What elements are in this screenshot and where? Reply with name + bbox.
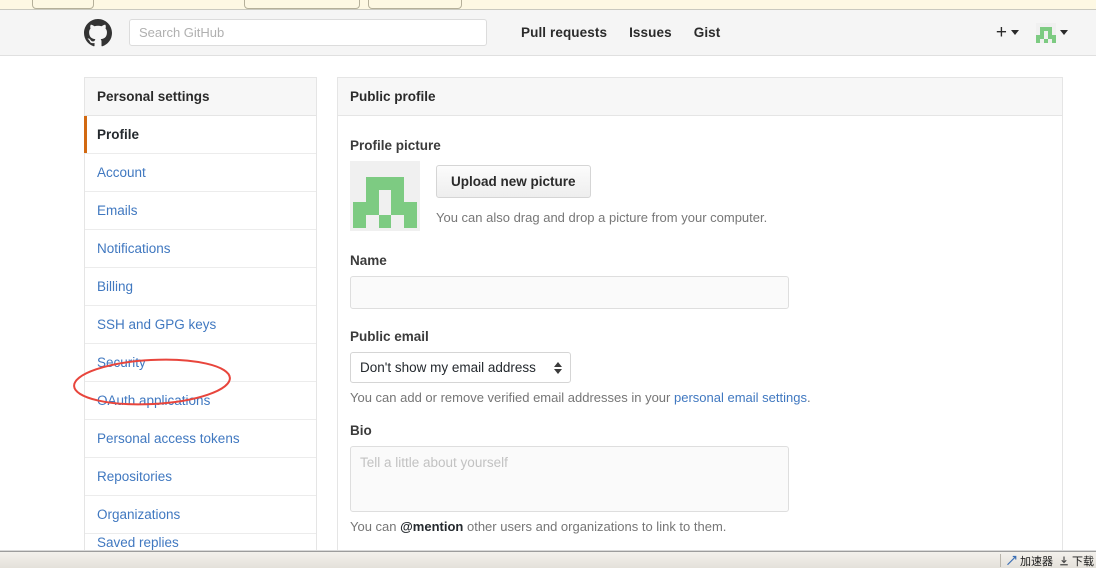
sidebar-item-label: OAuth applications: [97, 393, 210, 408]
sidebar-item-personal-access-tokens[interactable]: Personal access tokens: [85, 420, 316, 458]
select-updown-icon: [554, 362, 562, 374]
sidebar-item-label: SSH and GPG keys: [97, 317, 216, 332]
bio-field[interactable]: [350, 446, 789, 512]
panel-title: Public profile: [338, 78, 1062, 116]
public-email-selected-value: Don't show my email address: [360, 360, 536, 375]
bio-note-suffix: other users and organizations to link to…: [463, 519, 726, 534]
sidebar-item-emails[interactable]: Emails: [85, 192, 316, 230]
bio-note-prefix: You can: [350, 519, 400, 534]
search-input[interactable]: [129, 19, 487, 46]
sidebar-item-notifications[interactable]: Notifications: [85, 230, 316, 268]
sidebar-item-organizations[interactable]: Organizations: [85, 496, 316, 534]
avatar: [353, 164, 417, 228]
public-email-note-prefix: You can add or remove verified email add…: [350, 390, 674, 405]
user-account-menu[interactable]: [1036, 23, 1068, 43]
sidebar-item-account[interactable]: Account: [85, 154, 316, 192]
sidebar-item-repositories[interactable]: Repositories: [85, 458, 316, 496]
upload-new-picture-button[interactable]: Upload new picture: [436, 165, 591, 198]
sidebar-item-label: Organizations: [97, 507, 180, 522]
sidebar-item-label: Repositories: [97, 469, 172, 484]
system-tray: 加速器 下载: [1000, 552, 1096, 569]
sidebar-item-label: Notifications: [97, 241, 171, 256]
sidebar-item-label: Security: [97, 355, 146, 370]
bio-label: Bio: [350, 423, 1050, 438]
avatar: [1036, 23, 1056, 43]
download-icon: [1058, 555, 1070, 567]
upload-column: Upload new picture You can also drag and…: [436, 161, 767, 225]
sidebar-item-label: Account: [97, 165, 146, 180]
sidebar-item-security[interactable]: Security: [85, 344, 316, 382]
name-label: Name: [350, 253, 1050, 268]
browser-toolbar-button-3[interactable]: [368, 0, 462, 9]
tray-label: 下载: [1072, 553, 1094, 569]
sidebar-item-ssh-and-gpg-keys[interactable]: SSH and GPG keys: [85, 306, 316, 344]
nav-gist[interactable]: Gist: [694, 25, 721, 40]
sidebar-item-label: Profile: [97, 127, 139, 142]
sidebar-item-saved-replies[interactable]: Saved replies: [85, 534, 316, 550]
browser-toolbar-button-1[interactable]: [32, 0, 94, 9]
name-field[interactable]: [350, 276, 789, 309]
github-header: Pull requests Issues Gist +: [0, 10, 1096, 56]
sidebar-item-label: Emails: [97, 203, 138, 218]
sidebar-item-label: Saved replies: [97, 535, 179, 550]
sidebar-item-label: Personal access tokens: [97, 431, 240, 446]
browser-toolbar-strip: [0, 0, 1096, 10]
header-right-actions: +: [996, 23, 1068, 43]
plus-icon: +: [996, 23, 1007, 42]
bio-note: You can @mention other users and organiz…: [350, 519, 1050, 534]
sidebar-item-label: Billing: [97, 279, 133, 294]
page-body: Personal settings Profile Account Emails…: [0, 57, 1096, 551]
mention-token: @mention: [400, 519, 463, 534]
personal-email-settings-link[interactable]: personal email settings: [674, 390, 807, 405]
nav-issues[interactable]: Issues: [629, 25, 672, 40]
tray-label: 加速器: [1020, 553, 1053, 569]
public-email-label: Public email: [350, 329, 1050, 344]
chevron-down-icon: [1011, 30, 1019, 35]
sidebar-item-profile[interactable]: Profile: [85, 116, 316, 154]
public-email-select-wrapper: Don't show my email address: [350, 352, 571, 383]
sidebar-item-billing[interactable]: Billing: [85, 268, 316, 306]
sidebar-title: Personal settings: [85, 78, 316, 116]
browser-toolbar-button-2[interactable]: [244, 0, 360, 9]
windows-taskbar: 加速器 下载: [0, 551, 1096, 568]
tray-download[interactable]: 下载: [1058, 553, 1094, 569]
profile-avatar-frame[interactable]: [350, 161, 420, 231]
github-logo-icon[interactable]: [84, 19, 112, 47]
settings-sidebar: Personal settings Profile Account Emails…: [84, 77, 317, 550]
profile-picture-row: Upload new picture You can also drag and…: [350, 161, 1050, 231]
drag-drop-hint: You can also drag and drop a picture fro…: [436, 210, 767, 225]
profile-picture-label: Profile picture: [350, 138, 1050, 153]
public-email-note-suffix: .: [807, 390, 811, 405]
sidebar-item-oauth-applications[interactable]: OAuth applications: [85, 382, 316, 420]
public-email-select[interactable]: Don't show my email address: [350, 352, 571, 383]
public-email-note: You can add or remove verified email add…: [350, 390, 1050, 405]
tray-accelerator[interactable]: 加速器: [1006, 553, 1053, 569]
tray-divider: [1000, 554, 1001, 567]
accelerator-icon: [1006, 555, 1018, 567]
public-profile-panel: Public profile Profile picture Upload ne…: [337, 77, 1063, 551]
chevron-down-icon: [1060, 30, 1068, 35]
nav-pull-requests[interactable]: Pull requests: [521, 25, 607, 40]
create-new-menu[interactable]: +: [996, 23, 1019, 42]
panel-body: Profile picture Upload new picture You c…: [338, 116, 1062, 534]
header-nav: Pull requests Issues Gist: [521, 25, 720, 40]
